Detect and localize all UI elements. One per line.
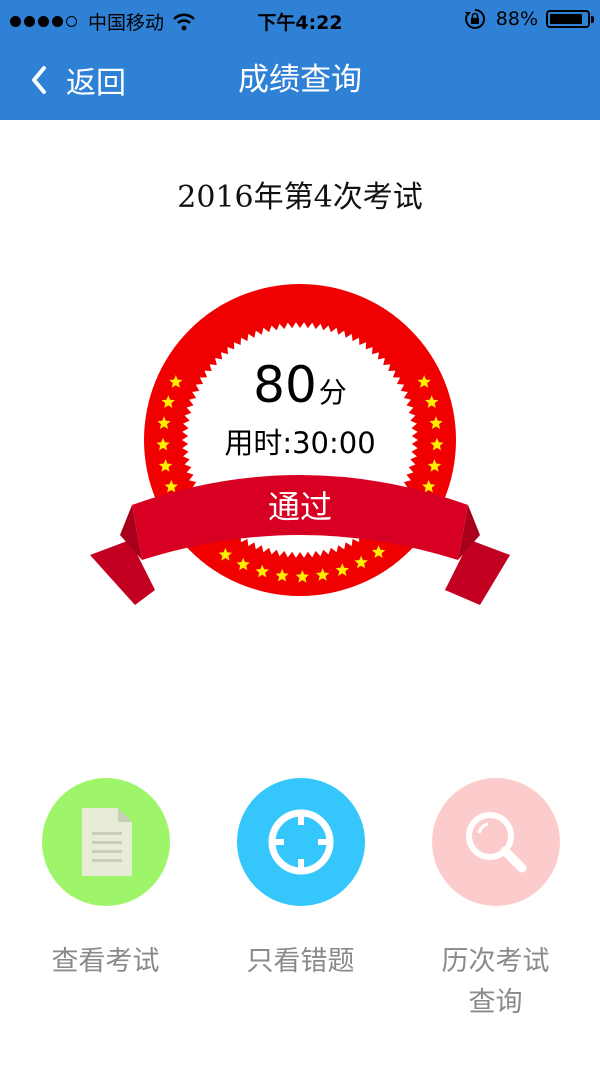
search-icon — [465, 812, 526, 873]
battery-icon — [546, 10, 594, 28]
chevron-left-icon — [32, 66, 46, 94]
action-bar: 查看考试 只看错题 历次考试查询 — [0, 778, 600, 1038]
wrong-questions-circle — [236, 778, 365, 906]
wrong-questions-label: 只看错题 — [246, 946, 355, 977]
status-right: 88% — [464, 8, 594, 30]
exam-history-button[interactable]: 历次考试查询 — [398, 778, 593, 1023]
battery-percent: 88% — [495, 8, 538, 30]
view-exam-circle — [41, 778, 170, 906]
document-icon — [81, 808, 132, 876]
time-used-label: 用时: — [224, 426, 293, 460]
score-value: 80 — [253, 356, 317, 414]
wrong-questions-button[interactable]: 只看错题 — [203, 778, 398, 982]
rotation-lock-icon — [464, 8, 485, 29]
back-label: 返回 — [66, 66, 126, 101]
crosshair-icon — [268, 809, 333, 875]
time-used-value: 30:00 — [292, 426, 376, 460]
score-display: 80分 — [0, 356, 600, 414]
status-bar: 中国移动 下午4:22 88% — [0, 0, 600, 40]
exam-history-label: 历次考试查询 — [431, 941, 561, 1023]
exam-history-label-text: 历次考试查询 — [441, 946, 550, 1018]
exam-title: 2016年第4次考试 — [177, 180, 423, 215]
pass-status: 通过 — [267, 488, 332, 526]
score-unit: 分 — [318, 376, 347, 409]
exam-history-circle — [431, 778, 560, 906]
navigation-bar: 返回 成绩查询 — [0, 40, 600, 120]
battery-level — [550, 14, 582, 24]
back-button[interactable]: 返回 — [30, 40, 126, 120]
view-exam-label: 查看考试 — [51, 946, 160, 977]
view-exam-button[interactable]: 查看考试 — [8, 778, 203, 982]
time-used: 用时:30:00 — [0, 420, 600, 462]
